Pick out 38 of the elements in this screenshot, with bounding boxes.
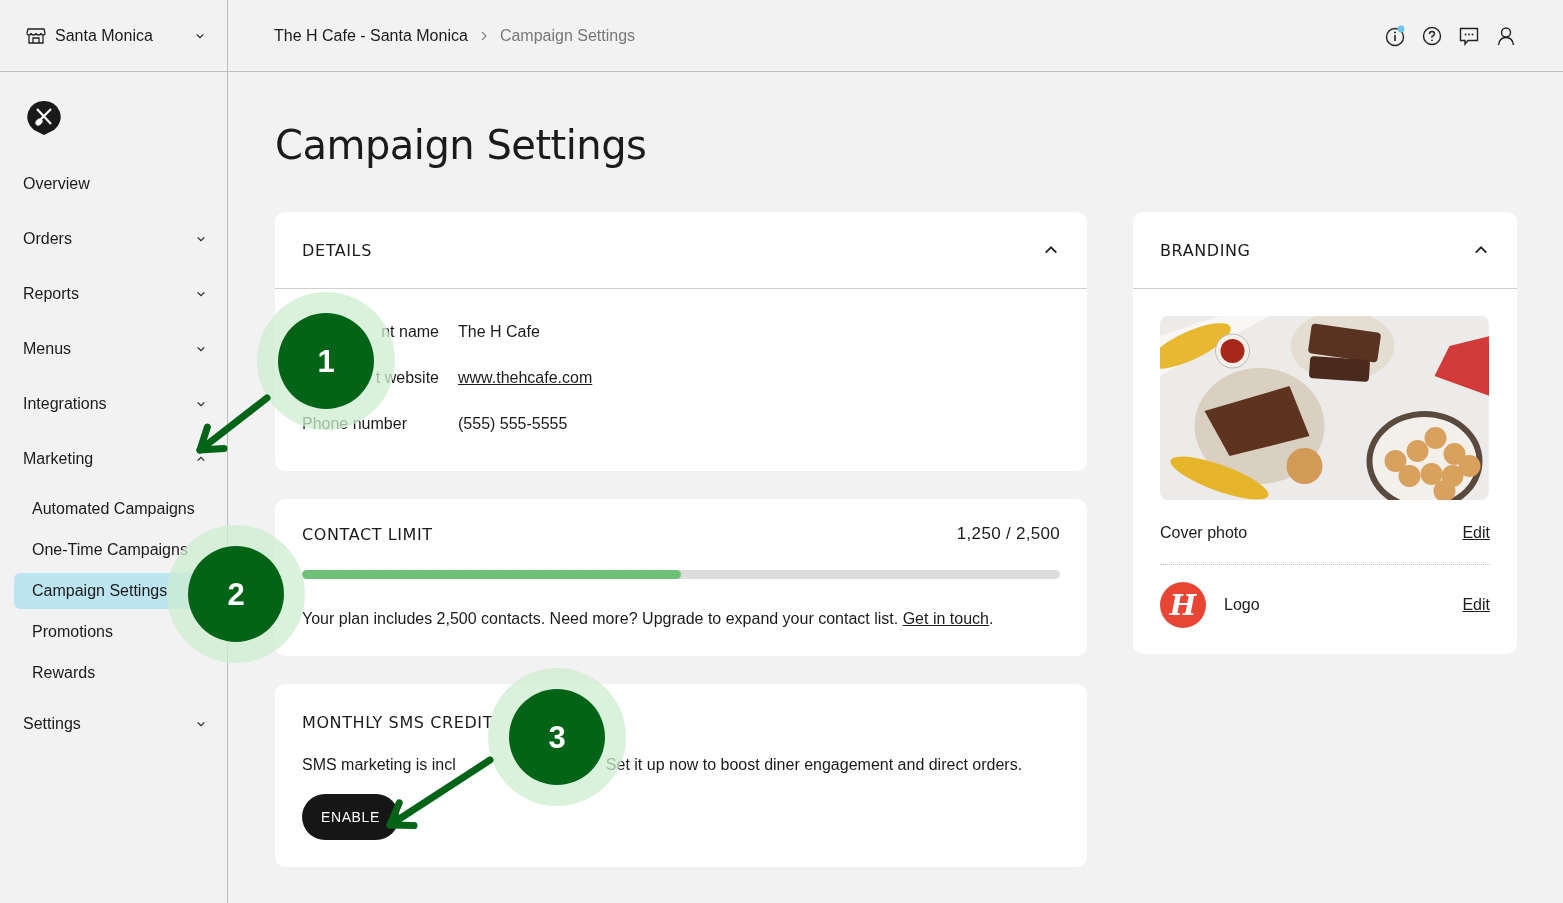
contact-note: Your plan includes 2,500 contacts. Need more? Upgrade to expand your contact list. Get in touch.: [302, 610, 995, 628]
card-title: DETAILS: [302, 240, 372, 260]
breadcrumb-item: Campaign Settings: [499, 26, 636, 45]
info-icon[interactable]: [1384, 24, 1406, 47]
field-value: (555) 555-5555: [458, 415, 568, 433]
sidebar-item[interactable]: Overview: [0, 156, 227, 211]
card-title: BRANDING: [1160, 240, 1251, 260]
cover-photo-label: Cover photo: [1160, 524, 1248, 542]
sidebar-item[interactable]: Reports: [0, 266, 227, 321]
store-icon: [26, 26, 46, 45]
sidebar-subitem[interactable]: Rewards: [14, 655, 227, 691]
edit-link[interactable]: Edit: [1462, 596, 1490, 614]
sidebar-item[interactable]: Menus: [0, 321, 227, 376]
field-value: The H Cafe: [458, 323, 540, 341]
help-icon[interactable]: [1421, 24, 1443, 47]
sidebar-subitem[interactable]: Automated Campaigns: [14, 491, 227, 527]
sidebar-item[interactable]: Settings: [0, 696, 227, 751]
logo-mark: H: [1160, 582, 1206, 628]
utensils-logo-icon: [27, 100, 61, 136]
edit-link[interactable]: Edit: [1462, 524, 1490, 542]
contact-count: 1,250 / 2,500: [956, 524, 1060, 544]
get-in-touch-link[interactable]: Get in touch: [902, 610, 989, 627]
sms-text: Set it up now to boost diner engagement and direct orders.: [605, 756, 1023, 774]
sidebar-item[interactable]: Integrations: [0, 376, 227, 431]
website-link[interactable]: www.thehcafe.com: [458, 369, 593, 387]
sms-text: SMS marketing is incl: [302, 756, 456, 774]
card-title: MONTHLY SMS CREDIT: [302, 713, 494, 732]
location-selector[interactable]: Santa Monica: [26, 26, 205, 45]
page-title: Campaign Settings: [275, 122, 648, 168]
user-icon[interactable]: [1495, 24, 1517, 47]
sidebar-item[interactable]: Orders: [0, 211, 227, 266]
sidebar-item[interactable]: Marketing: [0, 431, 227, 486]
chevron-right-icon: [479, 30, 488, 41]
card-title: CONTACT LIMIT: [302, 524, 433, 544]
field-label: Phone number: [302, 415, 408, 433]
field-label: nt name: [380, 323, 439, 341]
logo-label: Logo: [1224, 596, 1260, 614]
breadcrumb-item[interactable]: The H Cafe - Santa Monica: [274, 26, 468, 45]
